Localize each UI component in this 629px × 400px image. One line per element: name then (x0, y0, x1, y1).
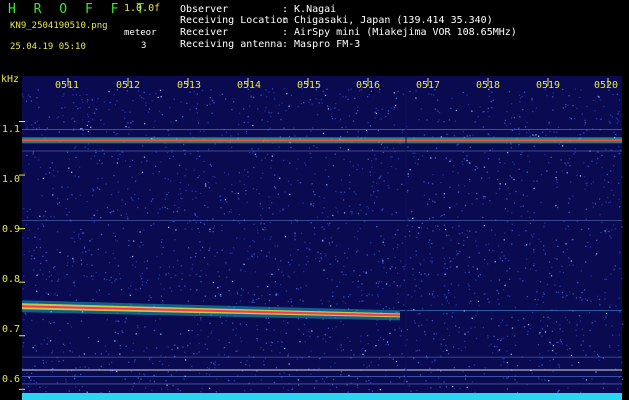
freq-tick-label-0-8: 0.8 (2, 274, 21, 285)
time-tick-label-0520: 0520 (594, 80, 619, 91)
bottom-level-strip (22, 393, 622, 400)
spectrogram-background (22, 76, 622, 400)
time-tick-label-0516: 0516 (356, 80, 381, 91)
time-tick-label-0517: 0517 (416, 80, 441, 91)
time-tick-label-0513: 0513 (177, 80, 202, 91)
freq-tick-label-0-9: 0.9 (2, 224, 21, 235)
frequency-unit-label: kHz (1, 74, 20, 85)
spectrogram-plot (19, 76, 624, 400)
hrofft-window: H R O F F T 1.0.0f KN9_2504190510.png 25… (0, 0, 629, 400)
time-tick-label-0515: 0515 (297, 80, 322, 91)
freq-tick-label-1-1: 1.1 (2, 124, 21, 135)
time-tick-label-0518: 0518 (476, 80, 501, 91)
time-tick-label-0514: 0514 (237, 80, 262, 91)
freq-tick-label-0-6: 0.6 (2, 374, 21, 385)
time-tick-label-0511: 0511 (55, 80, 80, 91)
time-tick-label-0519: 0519 (536, 80, 561, 91)
freq-tick-label-1-0: 1.0 (2, 174, 21, 185)
freq-tick-label-0-7: 0.7 (2, 324, 21, 335)
time-tick-label-0512: 0512 (116, 80, 141, 91)
